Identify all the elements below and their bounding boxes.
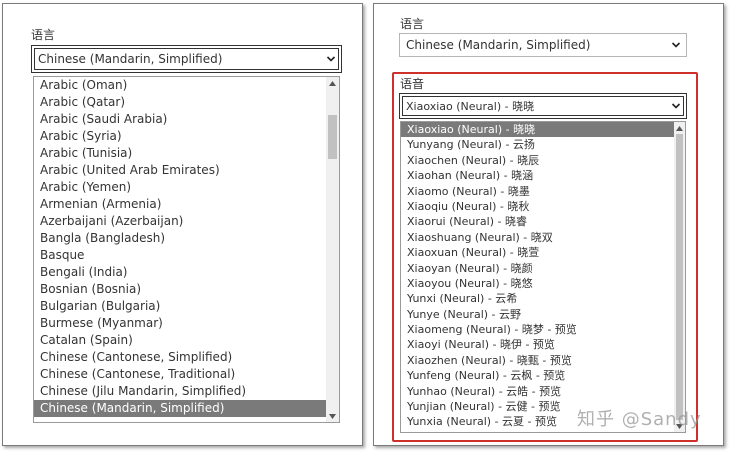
language-label: 语言 (400, 17, 425, 31)
voice-option[interactable]: Xiaoshuang (Neural) - 晓双 (401, 230, 685, 245)
language-option[interactable]: Bulgarian (Bulgaria) (34, 298, 339, 315)
chevron-down-icon (671, 42, 681, 48)
voice-option[interactable]: Xiaomo (Neural) - 晓墨 (401, 184, 685, 199)
language-option[interactable]: Bengali (India) (34, 264, 339, 281)
language-option[interactable]: Chinese (Mandarin, Simplified) (34, 400, 339, 417)
language-select[interactable]: Chinese (Mandarin, Simplified) (399, 33, 687, 57)
voice-option[interactable]: Xiaoqiu (Neural) - 晓秋 (401, 199, 685, 214)
voice-label: 语音 (400, 77, 425, 91)
language-option[interactable]: Basque (34, 247, 339, 264)
language-option[interactable]: Azerbaijani (Azerbaijan) (34, 213, 339, 230)
voice-option[interactable]: Yunhao (Neural) - 云皓 - 预览 (401, 384, 685, 399)
scrollbar[interactable] (674, 122, 685, 432)
language-option[interactable]: Bangla (Bangladesh) (34, 230, 339, 247)
scroll-up-icon[interactable] (674, 123, 685, 133)
language-option[interactable]: Arabic (Qatar) (34, 94, 339, 111)
voice-option[interactable]: Xiaoxuan (Neural) - 晓萱 (401, 245, 685, 260)
voice-option[interactable]: Yunyang (Neural) - 云扬 (401, 137, 685, 152)
language-option[interactable]: Catalan (Spain) (34, 332, 339, 349)
voice-option[interactable]: Xiaorui (Neural) - 晓睿 (401, 214, 685, 229)
voice-option[interactable]: Xiaoyi (Neural) - 晓伊 - 预览 (401, 337, 685, 352)
watermark: 知乎 @Sandy (577, 409, 702, 430)
language-option[interactable]: Chinese (Cantonese, Traditional) (34, 366, 339, 383)
voice-option[interactable]: Xiaohan (Neural) - 晓涵 (401, 168, 685, 183)
voice-option[interactable]: Xiaomeng (Neural) - 晓梦 - 预览 (401, 322, 685, 337)
language-option[interactable]: Burmese (Myanmar) (34, 315, 339, 332)
scrollbar-thumb[interactable] (328, 115, 337, 159)
language-option[interactable]: Chinese (Cantonese, Simplified) (34, 349, 339, 366)
voice-select-value: Xiaoxiao (Neural) - 晓晓 (406, 100, 535, 113)
language-option[interactable]: Arabic (Saudi Arabia) (34, 111, 339, 128)
language-select-value: Chinese (Mandarin, Simplified) (38, 52, 223, 66)
voice-panel-right: 语言 Chinese (Mandarin, Simplified) 语音 Xia… (373, 3, 724, 446)
voice-option[interactable]: Yunfeng (Neural) - 云枫 - 预览 (401, 368, 685, 383)
language-select[interactable]: Chinese (Mandarin, Simplified) (31, 45, 342, 73)
voice-dropdown-list[interactable]: Xiaoxiao (Neural) - 晓晓 Yunyang (Neural) -… (400, 121, 686, 433)
scrollbar-thumb[interactable] (676, 134, 683, 420)
chevron-down-icon (671, 103, 681, 109)
language-panel-left: 语言 Chinese (Mandarin, Simplified) Arabic… (2, 3, 363, 446)
voice-option[interactable]: Yunye (Neural) - 云野 (401, 307, 685, 322)
language-option[interactable]: Arabic (Tunisia) (34, 145, 339, 162)
language-select-value: Chinese (Mandarin, Simplified) (406, 38, 591, 52)
voice-option[interactable]: Xiaoyan (Neural) - 晓颜 (401, 261, 685, 276)
language-option[interactable]: Bosnian (Bosnia) (34, 281, 339, 298)
language-option[interactable]: Arabic (Yemen) (34, 179, 339, 196)
voice-option[interactable]: Yunxi (Neural) - 云希 (401, 291, 685, 306)
language-dropdown-list[interactable]: Arabic (Oman) Arabic (Qatar) Arabic (Saudi… (33, 76, 340, 423)
voice-option[interactable]: Xiaozhen (Neural) - 晓甄 - 预览 (401, 353, 685, 368)
chevron-down-icon (326, 56, 336, 62)
language-option[interactable]: Arabic (Oman) (34, 77, 339, 94)
language-option[interactable]: Chinese (Jilu Mandarin, Simplified) (34, 383, 339, 400)
voice-option[interactable]: Xiaoxiao (Neural) - 晓晓 (401, 122, 685, 138)
language-option[interactable]: Armenian (Armenia) (34, 196, 339, 213)
language-label: 语言 (31, 28, 56, 42)
language-option[interactable]: Arabic (United Arab Emirates) (34, 162, 339, 179)
scroll-down-icon[interactable] (326, 411, 339, 421)
language-option[interactable]: Arabic (Syria) (34, 128, 339, 145)
scroll-up-icon[interactable] (326, 78, 339, 88)
scrollbar[interactable] (326, 77, 339, 422)
voice-select[interactable]: Xiaoxiao (Neural) - 晓晓 (399, 93, 687, 119)
voice-option[interactable]: Xiaoyou (Neural) - 晓悠 (401, 276, 685, 291)
voice-option[interactable]: Xiaochen (Neural) - 晓辰 (401, 153, 685, 168)
